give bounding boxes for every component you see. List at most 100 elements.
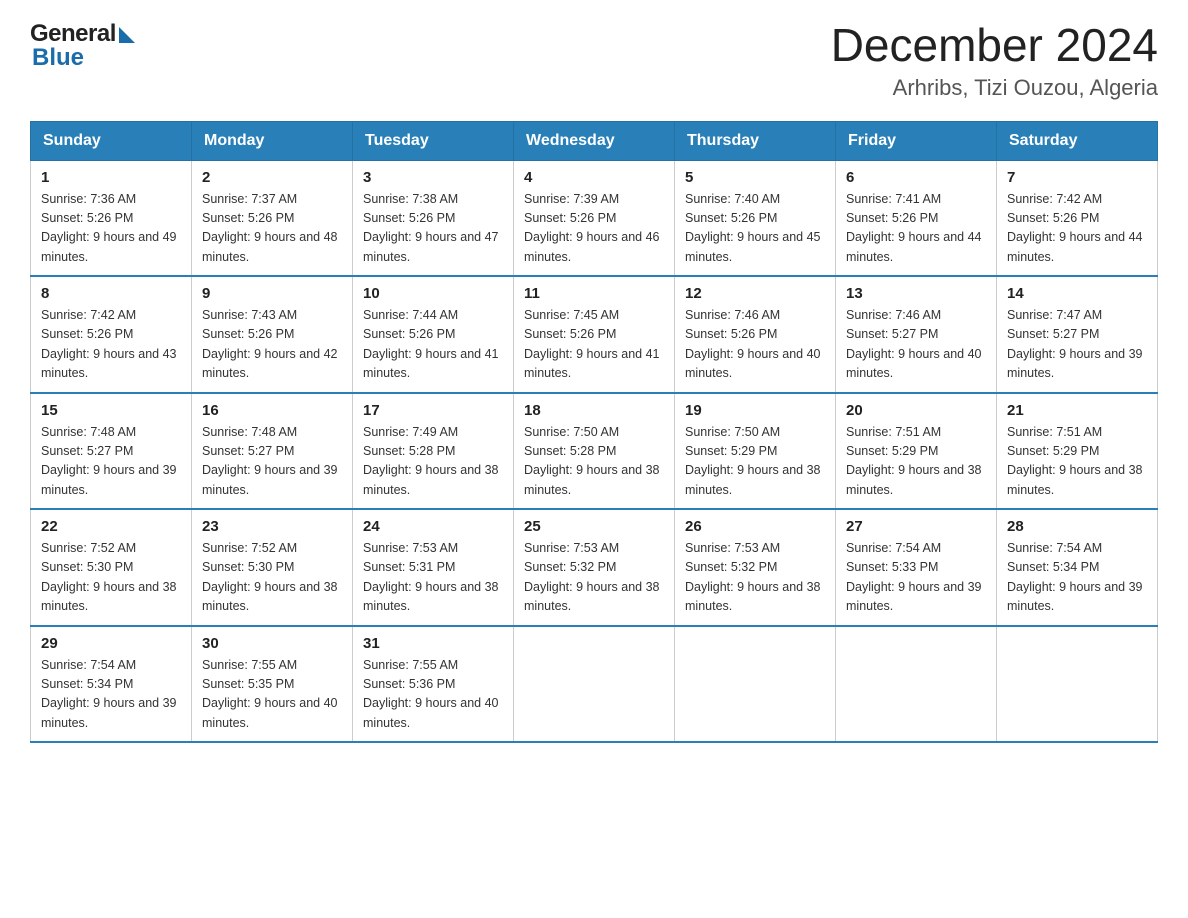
table-row: 4 Sunrise: 7:39 AMSunset: 5:26 PMDayligh… bbox=[514, 160, 675, 276]
day-info: Sunrise: 7:49 AMSunset: 5:28 PMDaylight:… bbox=[363, 423, 503, 501]
table-row: 9 Sunrise: 7:43 AMSunset: 5:26 PMDayligh… bbox=[192, 276, 353, 393]
day-number: 24 bbox=[363, 518, 503, 535]
day-number: 2 bbox=[202, 169, 342, 186]
day-number: 21 bbox=[1007, 402, 1147, 419]
calendar-week-row: 8 Sunrise: 7:42 AMSunset: 5:26 PMDayligh… bbox=[31, 276, 1158, 393]
table-row: 26 Sunrise: 7:53 AMSunset: 5:32 PMDaylig… bbox=[675, 509, 836, 626]
calendar-week-row: 1 Sunrise: 7:36 AMSunset: 5:26 PMDayligh… bbox=[31, 160, 1158, 276]
day-number: 30 bbox=[202, 635, 342, 652]
table-row: 5 Sunrise: 7:40 AMSunset: 5:26 PMDayligh… bbox=[675, 160, 836, 276]
table-row: 12 Sunrise: 7:46 AMSunset: 5:26 PMDaylig… bbox=[675, 276, 836, 393]
calendar-header-row: Sunday Monday Tuesday Wednesday Thursday… bbox=[31, 121, 1158, 160]
day-number: 28 bbox=[1007, 518, 1147, 535]
col-sunday: Sunday bbox=[31, 121, 192, 160]
day-number: 14 bbox=[1007, 285, 1147, 302]
table-row: 15 Sunrise: 7:48 AMSunset: 5:27 PMDaylig… bbox=[31, 393, 192, 510]
day-info: Sunrise: 7:44 AMSunset: 5:26 PMDaylight:… bbox=[363, 306, 503, 384]
table-row: 25 Sunrise: 7:53 AMSunset: 5:32 PMDaylig… bbox=[514, 509, 675, 626]
day-info: Sunrise: 7:43 AMSunset: 5:26 PMDaylight:… bbox=[202, 306, 342, 384]
day-number: 26 bbox=[685, 518, 825, 535]
table-row: 20 Sunrise: 7:51 AMSunset: 5:29 PMDaylig… bbox=[836, 393, 997, 510]
day-number: 3 bbox=[363, 169, 503, 186]
page-header: General Blue December 2024 Arhribs, Tizi… bbox=[30, 20, 1158, 101]
day-info: Sunrise: 7:42 AMSunset: 5:26 PMDaylight:… bbox=[41, 306, 181, 384]
col-tuesday: Tuesday bbox=[353, 121, 514, 160]
table-row: 1 Sunrise: 7:36 AMSunset: 5:26 PMDayligh… bbox=[31, 160, 192, 276]
day-number: 7 bbox=[1007, 169, 1147, 186]
table-row: 19 Sunrise: 7:50 AMSunset: 5:29 PMDaylig… bbox=[675, 393, 836, 510]
day-number: 18 bbox=[524, 402, 664, 419]
day-number: 27 bbox=[846, 518, 986, 535]
col-wednesday: Wednesday bbox=[514, 121, 675, 160]
day-info: Sunrise: 7:55 AMSunset: 5:35 PMDaylight:… bbox=[202, 656, 342, 734]
table-row: 21 Sunrise: 7:51 AMSunset: 5:29 PMDaylig… bbox=[997, 393, 1158, 510]
title-block: December 2024 Arhribs, Tizi Ouzou, Alger… bbox=[831, 20, 1158, 101]
day-number: 20 bbox=[846, 402, 986, 419]
day-info: Sunrise: 7:42 AMSunset: 5:26 PMDaylight:… bbox=[1007, 190, 1147, 268]
col-monday: Monday bbox=[192, 121, 353, 160]
table-row: 18 Sunrise: 7:50 AMSunset: 5:28 PMDaylig… bbox=[514, 393, 675, 510]
logo-text-blue: Blue bbox=[30, 44, 84, 72]
calendar-week-row: 15 Sunrise: 7:48 AMSunset: 5:27 PMDaylig… bbox=[31, 393, 1158, 510]
day-info: Sunrise: 7:39 AMSunset: 5:26 PMDaylight:… bbox=[524, 190, 664, 268]
table-row: 31 Sunrise: 7:55 AMSunset: 5:36 PMDaylig… bbox=[353, 626, 514, 743]
day-number: 19 bbox=[685, 402, 825, 419]
table-row: 29 Sunrise: 7:54 AMSunset: 5:34 PMDaylig… bbox=[31, 626, 192, 743]
day-number: 10 bbox=[363, 285, 503, 302]
day-info: Sunrise: 7:51 AMSunset: 5:29 PMDaylight:… bbox=[1007, 423, 1147, 501]
table-row: 28 Sunrise: 7:54 AMSunset: 5:34 PMDaylig… bbox=[997, 509, 1158, 626]
day-info: Sunrise: 7:46 AMSunset: 5:27 PMDaylight:… bbox=[846, 306, 986, 384]
col-thursday: Thursday bbox=[675, 121, 836, 160]
table-row: 6 Sunrise: 7:41 AMSunset: 5:26 PMDayligh… bbox=[836, 160, 997, 276]
day-number: 9 bbox=[202, 285, 342, 302]
day-info: Sunrise: 7:48 AMSunset: 5:27 PMDaylight:… bbox=[202, 423, 342, 501]
day-number: 12 bbox=[685, 285, 825, 302]
table-row bbox=[514, 626, 675, 743]
day-info: Sunrise: 7:38 AMSunset: 5:26 PMDaylight:… bbox=[363, 190, 503, 268]
day-number: 29 bbox=[41, 635, 181, 652]
day-number: 13 bbox=[846, 285, 986, 302]
day-number: 16 bbox=[202, 402, 342, 419]
day-number: 25 bbox=[524, 518, 664, 535]
table-row: 11 Sunrise: 7:45 AMSunset: 5:26 PMDaylig… bbox=[514, 276, 675, 393]
day-number: 1 bbox=[41, 169, 181, 186]
day-info: Sunrise: 7:52 AMSunset: 5:30 PMDaylight:… bbox=[41, 539, 181, 617]
table-row: 2 Sunrise: 7:37 AMSunset: 5:26 PMDayligh… bbox=[192, 160, 353, 276]
day-number: 4 bbox=[524, 169, 664, 186]
day-info: Sunrise: 7:54 AMSunset: 5:33 PMDaylight:… bbox=[846, 539, 986, 617]
day-info: Sunrise: 7:41 AMSunset: 5:26 PMDaylight:… bbox=[846, 190, 986, 268]
day-number: 23 bbox=[202, 518, 342, 535]
table-row bbox=[997, 626, 1158, 743]
logo-triangle-icon bbox=[119, 27, 135, 43]
calendar-week-row: 29 Sunrise: 7:54 AMSunset: 5:34 PMDaylig… bbox=[31, 626, 1158, 743]
day-info: Sunrise: 7:46 AMSunset: 5:26 PMDaylight:… bbox=[685, 306, 825, 384]
day-number: 31 bbox=[363, 635, 503, 652]
page-title: December 2024 bbox=[831, 20, 1158, 71]
day-info: Sunrise: 7:47 AMSunset: 5:27 PMDaylight:… bbox=[1007, 306, 1147, 384]
day-info: Sunrise: 7:36 AMSunset: 5:26 PMDaylight:… bbox=[41, 190, 181, 268]
day-info: Sunrise: 7:50 AMSunset: 5:28 PMDaylight:… bbox=[524, 423, 664, 501]
table-row: 22 Sunrise: 7:52 AMSunset: 5:30 PMDaylig… bbox=[31, 509, 192, 626]
calendar-week-row: 22 Sunrise: 7:52 AMSunset: 5:30 PMDaylig… bbox=[31, 509, 1158, 626]
day-number: 6 bbox=[846, 169, 986, 186]
day-info: Sunrise: 7:45 AMSunset: 5:26 PMDaylight:… bbox=[524, 306, 664, 384]
day-info: Sunrise: 7:50 AMSunset: 5:29 PMDaylight:… bbox=[685, 423, 825, 501]
day-info: Sunrise: 7:55 AMSunset: 5:36 PMDaylight:… bbox=[363, 656, 503, 734]
day-info: Sunrise: 7:52 AMSunset: 5:30 PMDaylight:… bbox=[202, 539, 342, 617]
table-row: 23 Sunrise: 7:52 AMSunset: 5:30 PMDaylig… bbox=[192, 509, 353, 626]
table-row: 8 Sunrise: 7:42 AMSunset: 5:26 PMDayligh… bbox=[31, 276, 192, 393]
calendar-table: Sunday Monday Tuesday Wednesday Thursday… bbox=[30, 121, 1158, 744]
day-info: Sunrise: 7:40 AMSunset: 5:26 PMDaylight:… bbox=[685, 190, 825, 268]
table-row: 30 Sunrise: 7:55 AMSunset: 5:35 PMDaylig… bbox=[192, 626, 353, 743]
page-subtitle: Arhribs, Tizi Ouzou, Algeria bbox=[831, 75, 1158, 101]
logo: General Blue bbox=[30, 20, 135, 72]
day-number: 17 bbox=[363, 402, 503, 419]
col-friday: Friday bbox=[836, 121, 997, 160]
day-info: Sunrise: 7:53 AMSunset: 5:32 PMDaylight:… bbox=[685, 539, 825, 617]
table-row: 7 Sunrise: 7:42 AMSunset: 5:26 PMDayligh… bbox=[997, 160, 1158, 276]
table-row: 27 Sunrise: 7:54 AMSunset: 5:33 PMDaylig… bbox=[836, 509, 997, 626]
col-saturday: Saturday bbox=[997, 121, 1158, 160]
table-row: 17 Sunrise: 7:49 AMSunset: 5:28 PMDaylig… bbox=[353, 393, 514, 510]
table-row: 10 Sunrise: 7:44 AMSunset: 5:26 PMDaylig… bbox=[353, 276, 514, 393]
day-number: 5 bbox=[685, 169, 825, 186]
